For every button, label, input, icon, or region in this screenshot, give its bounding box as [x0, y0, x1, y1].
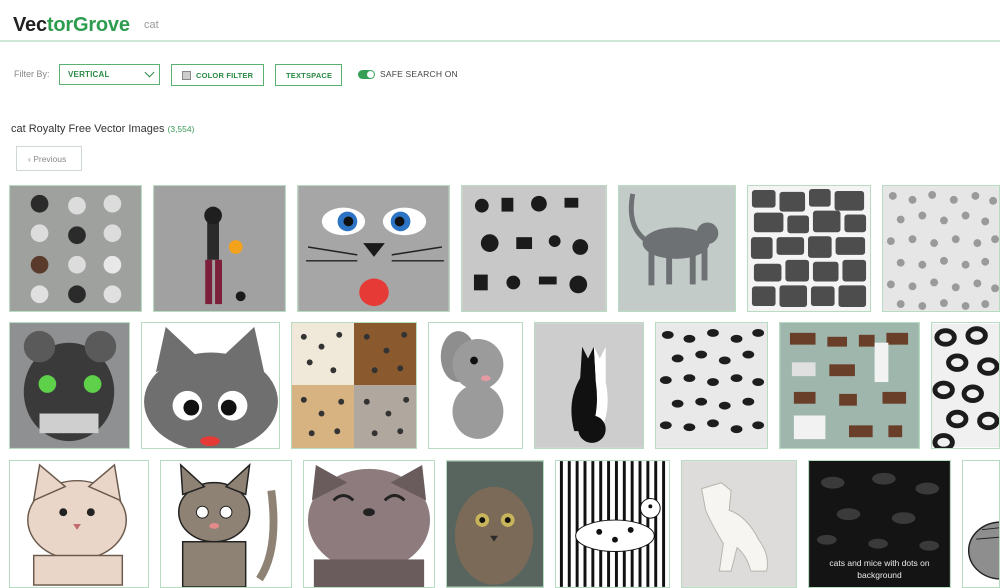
- image-tile[interactable]: [681, 460, 797, 588]
- image-tile[interactable]: [9, 460, 149, 588]
- giraffe-pattern-image: [748, 186, 870, 311]
- filter-by-label: Filter By:: [14, 69, 50, 79]
- logo-text-3: orGrove: [53, 14, 130, 36]
- smiling-grey-cat-image: [304, 461, 434, 587]
- image-tile[interactable]: [160, 460, 292, 588]
- image-tile[interactable]: [141, 322, 280, 449]
- image-tile[interactable]: [931, 322, 1000, 449]
- farm-animals-set-image: [780, 323, 919, 448]
- orientation-value: VERTICAL: [68, 70, 110, 79]
- top-header: VectorGrove: [0, 0, 1000, 42]
- tile-caption: cats and mice with dots on background: [809, 557, 950, 581]
- image-tile[interactable]: [9, 322, 130, 449]
- safe-search-toggle[interactable]: [358, 70, 375, 79]
- image-tile[interactable]: [446, 460, 544, 588]
- animal-print-patterns-image: [292, 323, 416, 448]
- image-tile[interactable]: [655, 322, 768, 449]
- image-tile[interactable]: [303, 460, 435, 588]
- image-tile[interactable]: [291, 322, 417, 449]
- safe-search-label: SAFE SEARCH ON: [380, 69, 458, 79]
- results-count: (3,554): [167, 124, 195, 134]
- image-tile[interactable]: [461, 185, 607, 312]
- leopard-print-image: [932, 323, 999, 448]
- image-tile[interactable]: [962, 460, 1000, 588]
- image-tile[interactable]: [555, 460, 670, 588]
- fluffy-cat-sketch-image: [10, 461, 148, 587]
- grey-elephant-image: [429, 323, 522, 448]
- color-swatch-icon: [182, 71, 191, 80]
- image-tile[interactable]: [428, 322, 523, 449]
- previous-label: ‹ Previous: [28, 154, 67, 164]
- orientation-select[interactable]: VERTICAL: [59, 64, 160, 85]
- image-tile[interactable]: [747, 185, 871, 312]
- dalmatian-dog-image: [556, 461, 669, 587]
- previous-button[interactable]: ‹ Previous: [16, 146, 82, 171]
- cartoon-cat-partial-image: [963, 463, 999, 585]
- image-tile[interactable]: cats and mice with dots on background: [808, 460, 951, 588]
- image-row-1: [0, 185, 1000, 312]
- logo-text-1: Vec: [13, 14, 47, 36]
- color-filter-button[interactable]: COLOR FILTER: [171, 64, 264, 86]
- leopard-dots-pattern-image: [883, 186, 999, 311]
- image-tile[interactable]: [153, 185, 286, 312]
- cat-faces-icon-set-image: [10, 186, 141, 311]
- results-title-text: cat Royalty Free Vector Images: [11, 123, 165, 135]
- textspace-label: TEXTSPACE: [286, 71, 333, 80]
- leopard-skin-pattern-image: [656, 323, 767, 448]
- toggle-knob: [367, 71, 374, 78]
- black-icon-collage-image: [462, 186, 606, 311]
- robot-mask-image: [10, 323, 129, 448]
- textspace-button[interactable]: TEXTSPACE: [275, 64, 342, 86]
- cartoon-cat-face-image: [298, 186, 449, 311]
- girl-with-pumpkin-image: [154, 186, 285, 311]
- image-tile[interactable]: [618, 185, 736, 312]
- cartoon-sitting-cat-image: [161, 461, 291, 587]
- image-row-3: cats and mice with dots on background: [0, 460, 1000, 588]
- color-filter-label: COLOR FILTER: [196, 71, 254, 80]
- results-title: cat Royalty Free Vector Images (3,554): [11, 123, 194, 135]
- image-tile[interactable]: [297, 185, 450, 312]
- image-tile[interactable]: [9, 185, 142, 312]
- walking-big-cat-image: [619, 186, 735, 311]
- filter-bar: Filter By: VERTICAL COLOR FILTER TEXTSPA…: [0, 62, 1000, 88]
- search-input[interactable]: [144, 16, 644, 34]
- chevron-down-icon: [144, 67, 155, 78]
- tile-caption-text: cats and mice with dots on background: [829, 558, 930, 580]
- two-cats-silhouette-image: [535, 323, 643, 448]
- fluffy-cat-photo-image: [447, 461, 543, 587]
- image-tile[interactable]: [882, 185, 1000, 312]
- vectorgrove-logo[interactable]: VectorGrove: [13, 14, 130, 37]
- image-tile[interactable]: [534, 322, 644, 449]
- grey-cartoon-cat-image: [142, 323, 279, 448]
- paper-cut-cat-image: [682, 461, 796, 587]
- image-row-2: [0, 322, 1000, 449]
- image-tile[interactable]: [779, 322, 920, 449]
